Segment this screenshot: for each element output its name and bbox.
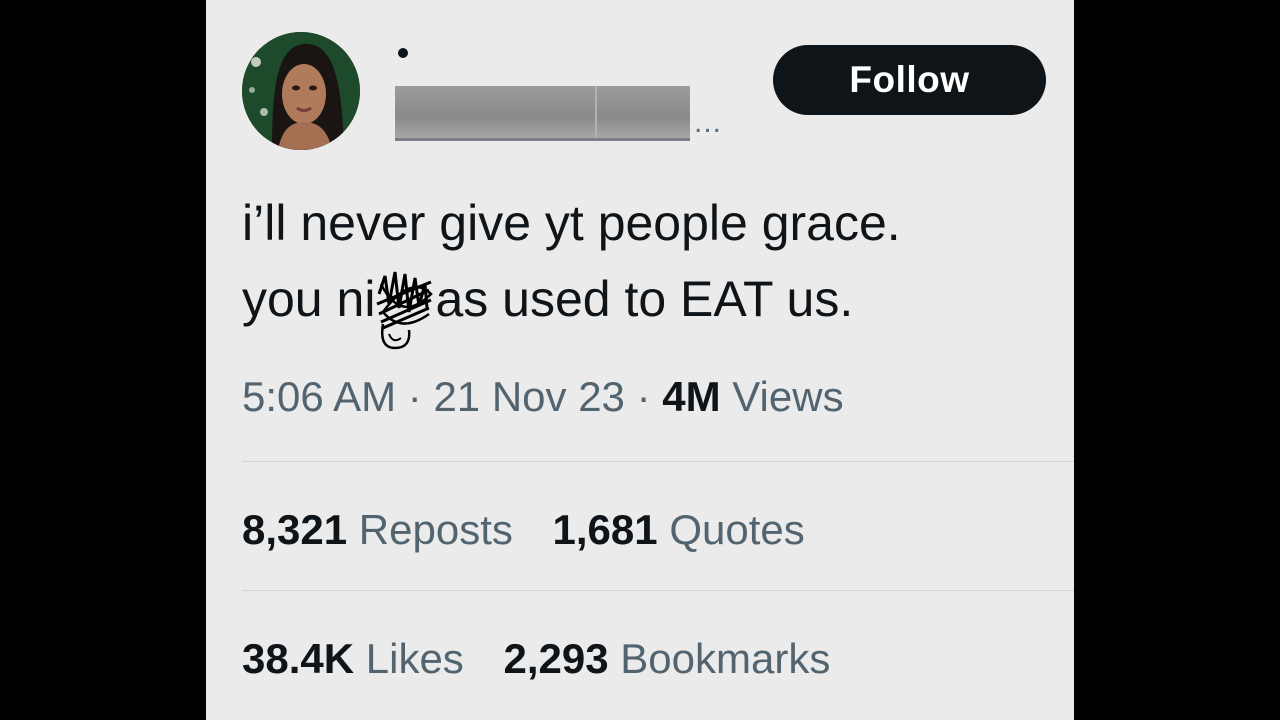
- tweet-text-line-2: you ni as used to EAT us.: [242, 261, 1062, 350]
- views-count: 4M: [662, 373, 721, 420]
- quotes-count: 1,681: [552, 506, 658, 553]
- engagement-row-2: 38.4K Likes 2,293 Bookmarks: [242, 634, 830, 684]
- divider: [242, 590, 1074, 591]
- bookmarks-count: 2,293: [503, 635, 609, 682]
- avatar[interactable]: [242, 32, 360, 150]
- tweet-text-line-2-before: you ni: [242, 271, 376, 327]
- likes-stat[interactable]: 38.4K Likes: [242, 634, 464, 684]
- likes-label: Likes: [365, 635, 464, 682]
- engagement-row-1: 8,321 Reposts 1,681 Quotes: [242, 505, 805, 555]
- meta-separator: ·: [636, 373, 651, 420]
- censor-scribble: [375, 271, 435, 350]
- views-label: Views: [732, 373, 844, 420]
- quotes-stat[interactable]: 1,681 Quotes: [553, 505, 805, 555]
- quotes-label: Quotes: [669, 506, 805, 553]
- tweet-text: i’ll never give yt people grace. you ni …: [242, 185, 1062, 350]
- screenshot-frame: ... Follow i’ll never give yt people gra…: [0, 0, 1280, 720]
- reposts-stat[interactable]: 8,321 Reposts: [242, 505, 513, 555]
- redacted-username: [395, 86, 690, 141]
- tweet-date[interactable]: 21 Nov 23: [433, 373, 624, 420]
- bookmarks-stat[interactable]: 2,293 Bookmarks: [503, 634, 830, 684]
- reposts-label: Reposts: [358, 506, 513, 553]
- tweet-meta: 5:06 AM · 21 Nov 23 · 4M Views: [242, 372, 844, 422]
- tweet-card: ... Follow i’ll never give yt people gra…: [206, 0, 1074, 720]
- divider: [242, 461, 1074, 462]
- bookmarks-label: Bookmarks: [620, 635, 831, 682]
- likes-count: 38.4K: [242, 635, 355, 682]
- tweet-text-line-2-after: as used to EAT us.: [435, 271, 854, 327]
- tweet-text-line-1: i’ll never give yt people grace.: [242, 195, 901, 251]
- name-truncation: ...: [694, 106, 723, 139]
- meta-separator: ·: [407, 373, 422, 420]
- status-dot: [398, 48, 408, 58]
- tweet-time[interactable]: 5:06 AM: [242, 373, 396, 420]
- follow-button[interactable]: Follow: [773, 45, 1046, 115]
- reposts-count: 8,321: [242, 506, 348, 553]
